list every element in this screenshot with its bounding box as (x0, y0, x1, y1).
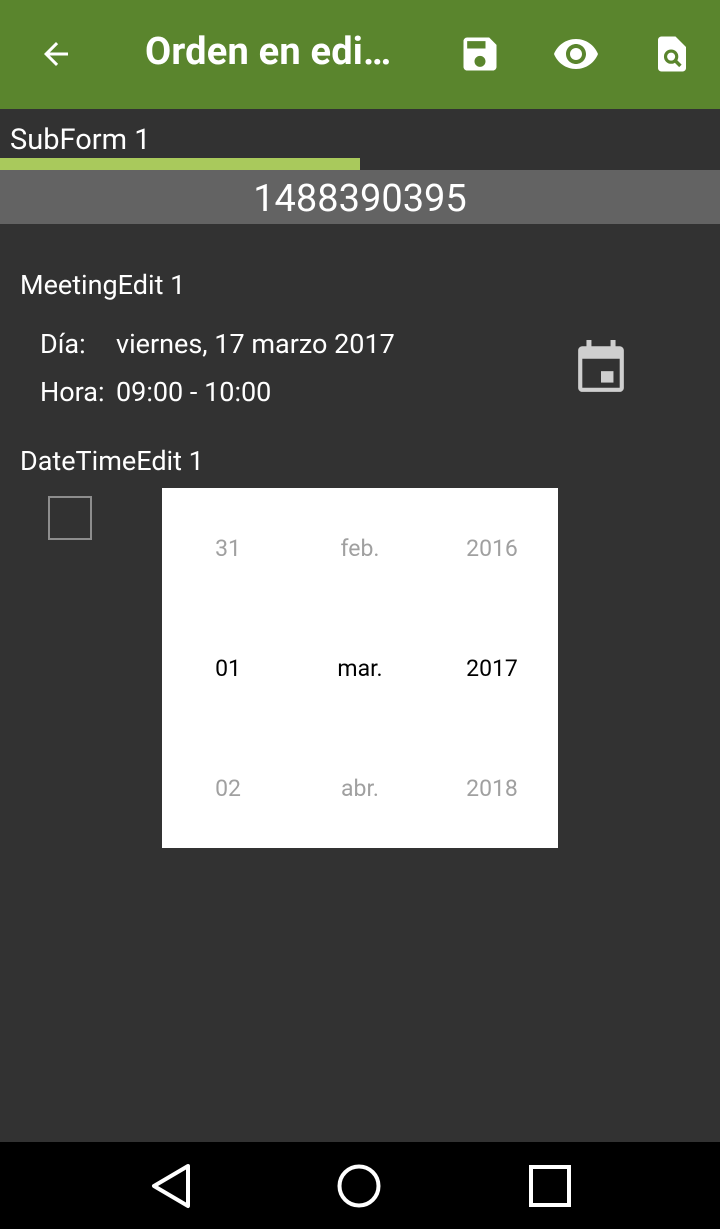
day-label: Día: (40, 328, 86, 360)
day-column[interactable]: 31 01 02 (162, 488, 294, 848)
record-number: 1488390395 (0, 170, 720, 224)
time-label: Hora: (40, 376, 105, 408)
eye-icon (554, 39, 598, 69)
nav-back-icon (152, 1164, 190, 1208)
year-prev[interactable]: 2016 (426, 535, 558, 562)
arrow-back-icon (44, 42, 68, 66)
calendar-icon (578, 340, 624, 392)
preview-button[interactable] (542, 20, 610, 88)
nav-recents-button[interactable] (520, 1158, 580, 1214)
time-value: 09:00 - 10:00 (116, 376, 272, 408)
nav-back-button[interactable] (140, 1158, 200, 1214)
app-bar: Orden en edi… (0, 0, 720, 109)
datetime-checkbox[interactable] (48, 496, 92, 540)
save-icon (463, 37, 497, 71)
document-search-icon (658, 36, 686, 72)
year-column[interactable]: 2016 2017 2018 (426, 488, 558, 848)
calendar-button[interactable] (576, 340, 626, 394)
month-selected[interactable]: mar. (294, 655, 426, 682)
month-column[interactable]: feb. mar. abr. (294, 488, 426, 848)
day-next[interactable]: 02 (162, 775, 294, 802)
day-value: viernes, 17 marzo 2017 (116, 328, 395, 360)
back-button[interactable] (22, 20, 90, 88)
date-picker: 31 01 02 feb. mar. abr. 2016 2017 2018 (162, 488, 558, 848)
system-nav-bar (0, 1142, 720, 1229)
nav-home-icon (337, 1164, 381, 1208)
year-next[interactable]: 2018 (426, 775, 558, 802)
month-next[interactable]: abr. (294, 775, 426, 802)
day-prev[interactable]: 31 (162, 535, 294, 562)
month-prev[interactable]: feb. (294, 535, 426, 562)
year-selected[interactable]: 2017 (426, 655, 558, 682)
page-title: Orden en edi… (145, 30, 392, 74)
nav-recents-icon (529, 1165, 571, 1207)
tab-indicator (0, 158, 360, 170)
save-button[interactable] (446, 20, 514, 88)
search-document-button[interactable] (638, 20, 706, 88)
day-selected[interactable]: 01 (162, 655, 294, 682)
meeting-edit-label: MeetingEdit 1 (20, 269, 186, 301)
tab-subform-1[interactable]: SubForm 1 (10, 123, 151, 157)
datetime-edit-label: DateTimeEdit 1 (20, 445, 204, 477)
nav-home-button[interactable] (329, 1158, 389, 1214)
